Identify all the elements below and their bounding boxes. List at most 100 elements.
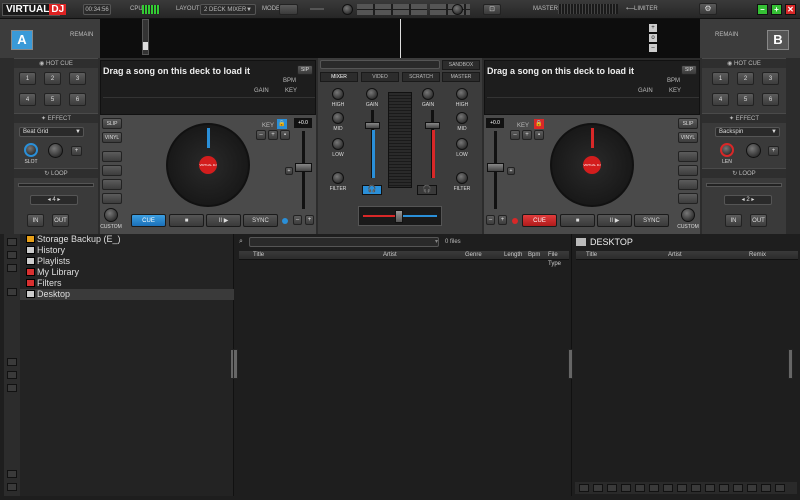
side-list-splitter[interactable] (788, 349, 793, 379)
deck-a-pad-3[interactable] (102, 179, 122, 190)
zoom-in-icon[interactable]: + (649, 24, 657, 32)
deck-a-key-reset[interactable]: ▪ (280, 130, 290, 140)
deck-a-volume-fader[interactable] (365, 122, 380, 129)
effect-select-a[interactable]: Beat Grid ▼ (19, 127, 84, 137)
playlist-icon[interactable] (7, 251, 17, 259)
sidelist-icon[interactable] (7, 288, 17, 296)
music-icon[interactable] (7, 358, 17, 366)
sidelist-tool-9-icon[interactable] (691, 484, 701, 492)
close-button[interactable]: ✕ (785, 4, 796, 15)
hotcue-b-5[interactable]: 5 (737, 93, 754, 106)
col-title[interactable]: Title (253, 251, 264, 260)
deck-a-mid-knob[interactable] (332, 112, 344, 124)
col-filetype[interactable]: File Type (548, 251, 569, 269)
sidelist-tool-12-icon[interactable] (733, 484, 743, 492)
hotcue-b-3[interactable]: 3 (762, 72, 779, 85)
tab-scratch[interactable]: SCRATCH (402, 72, 440, 82)
folder-icon[interactable] (7, 238, 17, 246)
deck-a-filter-knob[interactable] (332, 172, 344, 184)
deck-a-sync-button[interactable]: SYNC (243, 214, 278, 227)
deck-b-cue-button[interactable]: CUE (522, 214, 557, 227)
deck-b-mid-knob[interactable] (456, 112, 468, 124)
sidelist-tool-14-icon[interactable] (761, 484, 771, 492)
sidelist-tool-13-icon[interactable] (747, 484, 757, 492)
deck-a-pitch-slider[interactable] (295, 163, 312, 172)
deck-a-waveform-slider[interactable] (142, 19, 149, 55)
sampler-knob-right[interactable] (452, 4, 463, 15)
effect-param-knob-b[interactable] (746, 143, 761, 158)
deck-b-sync-small-button[interactable]: SIP (681, 65, 697, 75)
hotcue-b-4[interactable]: 4 (712, 93, 729, 106)
deck-b-pitch-plus[interactable]: + (498, 215, 507, 225)
tree-item-history[interactable]: History (20, 245, 234, 256)
hotcue-b-1[interactable]: 1 (712, 72, 729, 85)
deck-b-high-knob[interactable] (456, 88, 468, 100)
deck-b-pitch-slider[interactable] (487, 163, 504, 172)
sidelist-tool-11-icon[interactable] (719, 484, 729, 492)
sidelist-tool-8-icon[interactable] (677, 484, 687, 492)
add-icon[interactable] (7, 470, 17, 478)
hotcue-b-6[interactable]: 6 (762, 93, 779, 106)
deck-b-pad-1[interactable] (678, 151, 698, 162)
effect-len-knob-b[interactable] (720, 143, 734, 157)
mode-button[interactable] (279, 4, 298, 15)
deck-a-platter[interactable]: VIRTUAL DJ (166, 123, 250, 207)
deck-a-high-knob[interactable] (332, 88, 344, 100)
tree-item-desktop[interactable]: Desktop (20, 289, 234, 300)
deck-a-play-pause-button[interactable]: II ▶ (206, 214, 241, 227)
loop-out-button-a[interactable]: OUT (52, 214, 69, 227)
loop-size-a[interactable]: ◂ 4 ▸ (30, 195, 78, 205)
tree-item-storage[interactable]: Storage Backup (E_) (20, 234, 234, 245)
hotcue-a-4[interactable]: 4 (19, 93, 36, 106)
effect-select-b[interactable]: Backspin ▼ (715, 127, 780, 137)
deck-b-pad-4[interactable] (678, 193, 698, 204)
tree-item-playlists[interactable]: Playlists (20, 256, 234, 267)
deck-a-pad-4[interactable] (102, 193, 122, 204)
loop-slider-b[interactable] (706, 183, 782, 187)
video-icon[interactable] (7, 371, 17, 379)
loop-in-button-a[interactable]: IN (27, 214, 44, 227)
sidelist-tool-7-icon[interactable] (663, 484, 673, 492)
effect-slot-knob-a[interactable] (24, 143, 38, 157)
search-input[interactable] (249, 237, 439, 247)
effect-param-knob-a[interactable] (48, 143, 63, 158)
deck-a-custom-knob[interactable] (104, 208, 118, 222)
deck-a-gain-knob[interactable] (366, 88, 378, 100)
deck-a-pad-1[interactable] (102, 151, 122, 162)
sidelist-tool-10-icon[interactable] (705, 484, 715, 492)
sidelist-tool-15-icon[interactable] (775, 484, 785, 492)
deck-b-low-knob[interactable] (456, 138, 468, 150)
file-list-left-splitter[interactable] (233, 349, 238, 379)
zoom-reset-icon[interactable]: o (649, 34, 657, 42)
deck-a-cue-button[interactable]: CUE (131, 214, 166, 227)
deck-b-pitch-minus[interactable]: – (486, 215, 495, 225)
maximize-button[interactable]: + (771, 4, 782, 15)
record-icon[interactable]: ⊡ (483, 4, 501, 15)
col-bpm[interactable]: Bpm (528, 251, 540, 260)
deck-a-pad-2[interactable] (102, 165, 122, 176)
layout-dropdown[interactable]: 2 DECK MIXER ▼ (200, 4, 256, 15)
deck-b-stop-button[interactable]: ■ (560, 214, 595, 227)
tab-mixer[interactable]: MIXER (320, 72, 358, 82)
deck-a-stop-button[interactable]: ■ (169, 214, 204, 227)
tree-item-filters[interactable]: Filters (20, 278, 234, 289)
hotcue-a-3[interactable]: 3 (69, 72, 86, 85)
crossfader-handle[interactable] (395, 210, 403, 223)
col-length[interactable]: Length (504, 251, 522, 260)
tree-item-my-library[interactable]: My Library (20, 267, 234, 278)
hotcue-a-6[interactable]: 6 (69, 93, 86, 106)
deck-b-gain-knob[interactable] (422, 88, 434, 100)
mixer-search-bar[interactable] (320, 60, 440, 69)
deck-b-key-lock-icon[interactable]: 🔒 (534, 119, 544, 129)
deck-a-key-plus[interactable]: + (268, 130, 278, 140)
deck-b-pitch-bend-button[interactable]: + (507, 167, 515, 175)
col-artist[interactable]: Artist (383, 251, 397, 260)
deck-b-filter-knob[interactable] (456, 172, 468, 184)
loop-slider-a[interactable] (18, 183, 94, 187)
deck-b-key-reset[interactable]: ▪ (534, 130, 544, 140)
tab-master[interactable]: MASTER (442, 72, 480, 82)
deck-b-custom-knob[interactable] (681, 208, 695, 222)
settings-gear-icon[interactable]: ⚙ (699, 3, 717, 15)
loop-size-b[interactable]: ◂ 2 ▸ (724, 195, 772, 205)
tab-video[interactable]: VIDEO (361, 72, 399, 82)
